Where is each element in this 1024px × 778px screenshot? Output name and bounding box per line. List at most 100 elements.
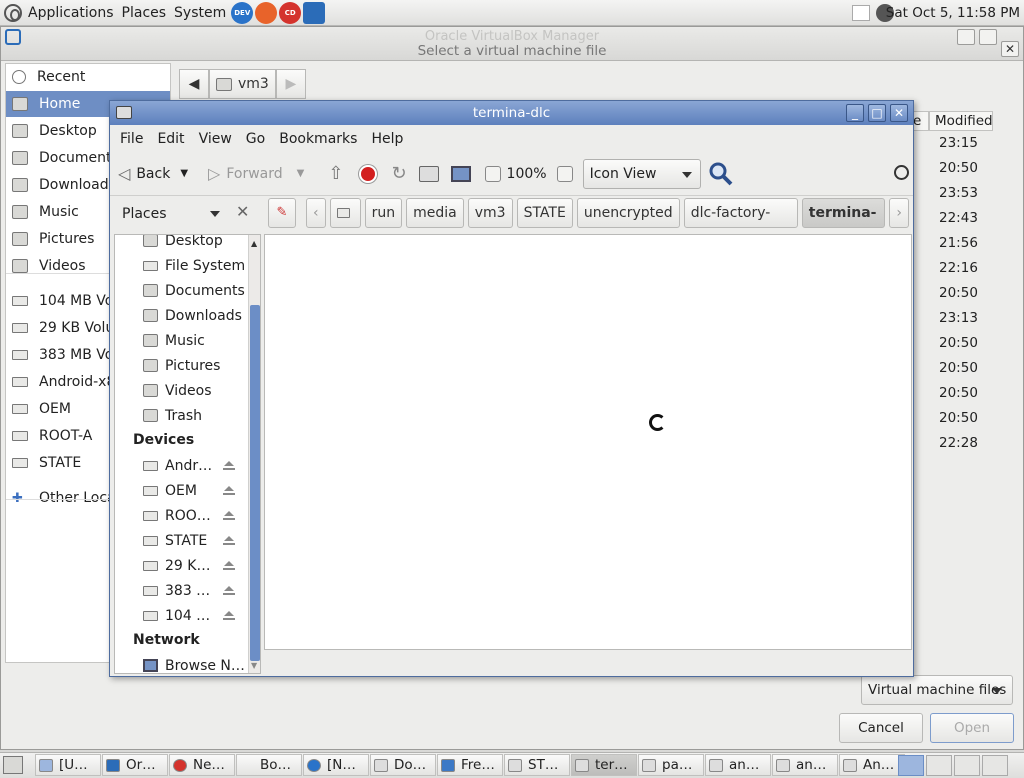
edit-location-icon[interactable]: ✎	[268, 198, 296, 228]
places-menu[interactable]: Places	[118, 0, 171, 26]
scroll-down-icon[interactable]: ▼	[251, 661, 257, 670]
crumb-scroll-left-button[interactable]: ‹	[306, 198, 326, 228]
workspace-3[interactable]	[954, 755, 980, 776]
computer-icon[interactable]	[450, 165, 471, 182]
device-item[interactable]: 104 …	[115, 603, 245, 628]
workspace-2[interactable]	[926, 755, 952, 776]
device-item[interactable]: Andr…	[115, 453, 245, 478]
minimize-button[interactable]	[957, 29, 975, 45]
taskbar-button[interactable]: [N…	[303, 754, 369, 776]
show-desktop-icon[interactable]	[3, 756, 23, 774]
crumb-vm3[interactable]: vm3	[467, 198, 513, 228]
eject-icon[interactable]	[223, 486, 235, 495]
device-item[interactable]: 383 …	[115, 578, 245, 603]
chrome-dev-icon[interactable]: DEV	[231, 1, 254, 24]
stop-icon[interactable]	[359, 164, 378, 183]
menu-bookmarks[interactable]: Bookmarks	[279, 131, 357, 147]
file-filter-select[interactable]: Virtual machine files	[861, 675, 1013, 705]
device-item[interactable]: OEM	[115, 478, 245, 503]
workspace-1[interactable]	[898, 755, 924, 776]
search-icon[interactable]	[709, 162, 733, 186]
minimize-button[interactable]: _	[846, 104, 864, 122]
zoom-out-icon[interactable]	[484, 165, 501, 182]
up-icon[interactable]: ⇧	[328, 163, 343, 184]
eject-icon[interactable]	[223, 461, 235, 470]
crumb-run[interactable]: run	[364, 198, 403, 228]
place-downloads[interactable]: Downloads	[115, 303, 245, 328]
clock[interactable]: Sat Oct 5, 11:58 PM	[886, 0, 1020, 26]
workspace-4[interactable]	[982, 755, 1008, 776]
modified-column-header[interactable]: Modified	[929, 111, 993, 131]
path-back-button[interactable]: ◀	[179, 69, 209, 99]
taskbar-button[interactable]: ST…	[504, 754, 570, 776]
eject-icon[interactable]	[223, 561, 235, 570]
taskbar-button[interactable]: Ne…	[169, 754, 235, 776]
crumb-root[interactable]: /	[329, 198, 361, 249]
reload-icon[interactable]: ↻	[391, 163, 406, 184]
back-button[interactable]: ◁ Back ▼	[118, 164, 188, 183]
crumb-scroll-right-button[interactable]: ›	[889, 198, 909, 228]
maximize-button[interactable]	[979, 29, 997, 45]
crumb-unencrypted[interactable]: unencrypted	[576, 198, 680, 228]
firefox-icon[interactable]	[255, 1, 278, 24]
crumb-dlc-factory-images[interactable]: dlc-factory-images	[683, 198, 798, 249]
menu-go[interactable]: Go	[246, 131, 265, 147]
taskbar-button[interactable]: Or…	[102, 754, 168, 776]
view-mode-select[interactable]: Icon View	[582, 158, 701, 189]
place-trash[interactable]: Trash	[115, 403, 245, 428]
home-icon[interactable]	[418, 165, 439, 182]
close-pane-icon[interactable]: ✕	[236, 202, 249, 221]
chevron-down-icon[interactable]: ▼	[297, 168, 305, 179]
open-button[interactable]: Open	[930, 713, 1014, 743]
system-menu[interactable]: System	[170, 0, 230, 26]
network-status-icon[interactable]	[852, 5, 870, 21]
close-button[interactable]: ✕	[890, 104, 908, 122]
close-button[interactable]: ✕	[1001, 41, 1019, 57]
taskbar-button[interactable]: Fre…	[437, 754, 503, 776]
eject-icon[interactable]	[223, 611, 235, 620]
taskbar-button[interactable]: ter…	[571, 754, 637, 776]
crumb-termina-dlc[interactable]: termina-dlc	[801, 198, 886, 249]
eject-icon[interactable]	[223, 586, 235, 595]
crumb-STATE[interactable]: STATE	[516, 198, 573, 228]
virtualbox-icon[interactable]	[303, 1, 326, 24]
menu-view[interactable]: View	[199, 131, 232, 147]
place-pictures[interactable]: Pictures	[115, 353, 245, 378]
taskbar-button[interactable]: an…	[772, 754, 838, 776]
eject-icon[interactable]	[223, 511, 235, 520]
applications-menu[interactable]: Applications	[0, 0, 118, 26]
device-item[interactable]: ROO…	[115, 503, 245, 528]
network-item[interactable]: Browse N…	[115, 653, 245, 673]
menu-help[interactable]: Help	[371, 131, 403, 147]
taskbar-button[interactable]: an…	[705, 754, 771, 776]
device-item[interactable]: STATE	[115, 528, 245, 553]
device-item[interactable]: 29 K…	[115, 553, 245, 578]
place-videos[interactable]: Videos	[115, 378, 245, 403]
chrome-icon[interactable]: CD	[279, 1, 302, 24]
scrollbar-thumb[interactable]	[250, 305, 260, 661]
path-vm3-button[interactable]: vm3	[209, 69, 276, 99]
place-documents[interactable]: Documents	[115, 278, 245, 303]
taskbar-button[interactable]: Bo…	[236, 754, 302, 776]
taskbar-button[interactable]: pa…	[638, 754, 704, 776]
eject-icon[interactable]	[223, 536, 235, 545]
crumb-media[interactable]: media	[406, 198, 464, 228]
menu-file[interactable]: File	[120, 131, 143, 147]
taskbar-button[interactable]: [U…	[35, 754, 101, 776]
sidebar-scrollbar[interactable]: ▲ ▼	[248, 235, 260, 673]
maximize-button[interactable]: □	[868, 104, 886, 122]
menu-edit[interactable]: Edit	[157, 131, 184, 147]
file-manager-titlebar[interactable]: termina-dlc _ □ ✕	[110, 101, 913, 125]
taskbar-button[interactable]: An…	[839, 754, 905, 776]
chevron-down-icon[interactable]: ▼	[180, 168, 188, 179]
place-desktop[interactable]: Desktop	[115, 235, 245, 253]
taskbar-button[interactable]: Do…	[370, 754, 436, 776]
file-view[interactable]	[264, 234, 912, 650]
scroll-up-icon[interactable]: ▲	[251, 239, 257, 248]
forward-button[interactable]: ▷ Forward ▼	[208, 164, 304, 183]
path-forward-button[interactable]: ▶	[275, 69, 306, 99]
side-pane-selector[interactable]: Places	[114, 203, 254, 225]
cancel-button[interactable]: Cancel	[839, 713, 923, 743]
sidebar-item-recent[interactable]: Recent	[6, 64, 170, 90]
place-music[interactable]: Music	[115, 328, 245, 353]
